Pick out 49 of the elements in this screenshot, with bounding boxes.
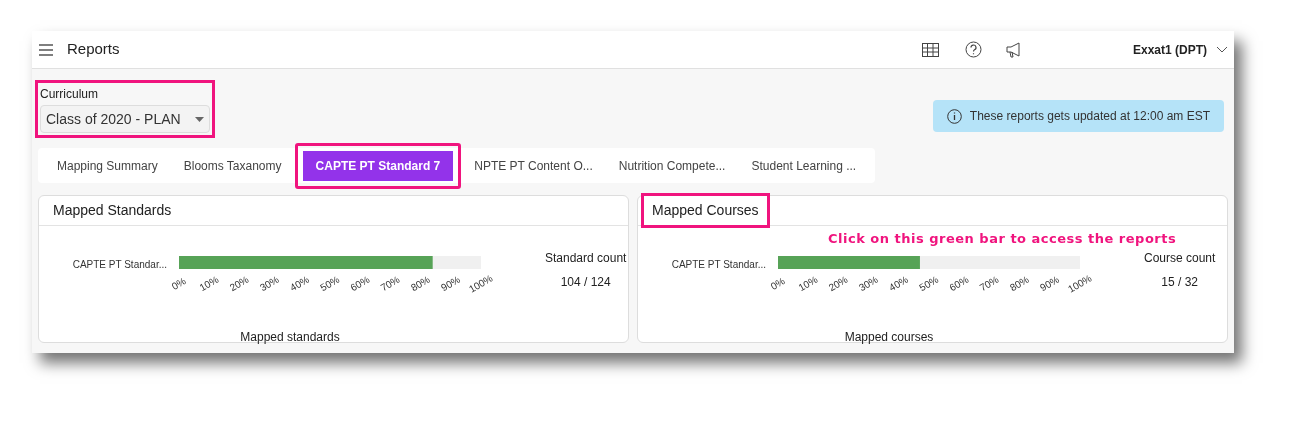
axis-title: Mapped standards	[240, 330, 340, 344]
chevron-down-icon[interactable]	[1216, 45, 1228, 54]
tab[interactable]: NPTE PT Content O...	[461, 150, 606, 181]
help-icon[interactable]	[964, 41, 982, 58]
tick-label: 20%	[227, 273, 251, 294]
tick-label: 50%	[917, 273, 941, 294]
category-label: CAPTE PT Standar...	[671, 259, 766, 270]
tick-label: 30%	[257, 273, 281, 294]
tick-label: 20%	[826, 273, 850, 294]
tick-label: 10%	[796, 273, 820, 294]
tab[interactable]: Student Learning ...	[738, 150, 870, 181]
tab[interactable]: Nutrition Compete...	[605, 150, 739, 181]
tick-label: 60%	[348, 273, 372, 294]
tick-label: 50%	[318, 273, 342, 294]
tab[interactable]: Mapping Summary	[44, 150, 171, 181]
caret-icon	[194, 116, 204, 122]
menu-icon[interactable]	[39, 43, 53, 56]
count-label: Course count	[1144, 250, 1216, 267]
tick-label: 40%	[887, 273, 910, 294]
count-value: 104 / 124	[560, 274, 611, 291]
tick-label: 0%	[768, 275, 787, 292]
tick-label: 0%	[169, 275, 188, 292]
curriculum-dropdown[interactable]: Class of 2020 - PLAN	[40, 105, 210, 133]
tick-label: 80%	[408, 273, 432, 294]
count-label: Standard count	[545, 250, 627, 267]
user-name[interactable]: Exxat1 (DPT)	[1132, 40, 1207, 59]
info-text: These reports gets updated at 12:00 am EST	[969, 108, 1210, 125]
tick-label: 90%	[439, 273, 462, 294]
tick-label: 40%	[288, 273, 311, 294]
info-icon	[946, 108, 962, 124]
tick-label: 80%	[1007, 273, 1031, 294]
tick-label: 60%	[947, 273, 971, 294]
annotation-text: Click on this green bar to access the reports	[828, 230, 1177, 245]
tick-label: 10%	[197, 273, 221, 294]
tab[interactable]: Blooms Taxanomy	[170, 150, 295, 181]
tick-label: 70%	[378, 273, 402, 294]
tick-label: 90%	[1038, 273, 1061, 294]
tick-label: 30%	[856, 273, 880, 294]
card-title: Mapped Courses	[644, 196, 767, 225]
grid-icon[interactable]	[921, 42, 939, 57]
category-label: CAPTE PT Standar...	[72, 259, 167, 270]
card-title: Mapped Standards	[52, 201, 173, 220]
count-value: 15 / 32	[1161, 274, 1199, 291]
axis-title: Mapped courses	[844, 330, 934, 344]
tick-label: 70%	[977, 273, 1001, 294]
megaphone-icon[interactable]	[1005, 41, 1023, 58]
field-label: Curriculum	[40, 86, 99, 103]
page-title: Reports	[67, 39, 120, 60]
tab[interactable]: CAPTE PT Standard 7	[294, 142, 462, 189]
